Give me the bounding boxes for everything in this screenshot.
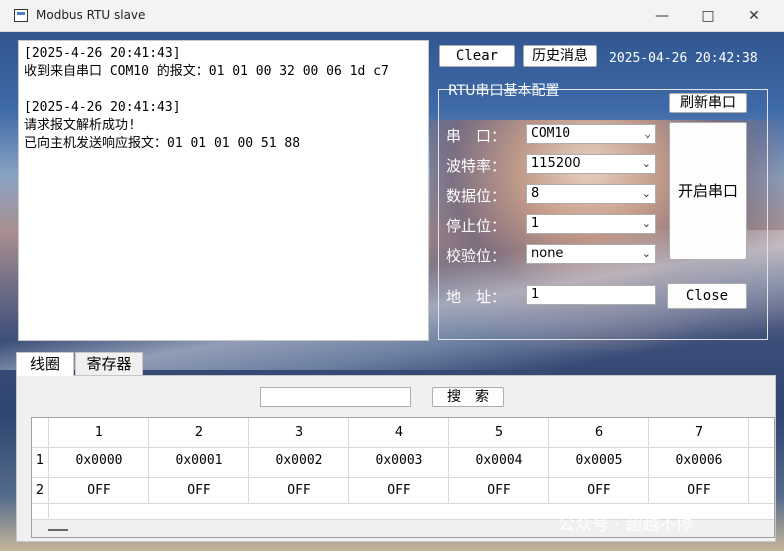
search-button[interactable]: 搜 索 bbox=[432, 387, 504, 407]
log-line: 收到来自串口 COM10 的报文：01 01 00 32 00 06 1d c7 bbox=[24, 64, 389, 79]
table-cell[interactable]: OFF bbox=[449, 483, 549, 498]
databits-value: 8 bbox=[531, 186, 540, 201]
open-port-button[interactable]: 开启串口 bbox=[669, 122, 747, 260]
refresh-port-button[interactable]: 刷新串口 bbox=[669, 93, 747, 113]
parity-select[interactable]: none ⌄ bbox=[526, 244, 656, 264]
chevron-down-icon: ⌄ bbox=[641, 247, 651, 260]
log-line: 请求报文解析成功! bbox=[24, 118, 136, 133]
config-title: RTU串口基本配置 bbox=[448, 83, 560, 99]
close-icon[interactable]: ✕ bbox=[732, 4, 776, 28]
column-header[interactable]: 7 bbox=[649, 425, 749, 440]
column-header[interactable]: 2 bbox=[149, 425, 249, 440]
tab-coil[interactable]: 线圈 bbox=[16, 352, 74, 376]
baud-select[interactable]: 115200 ⌄ bbox=[526, 154, 656, 174]
chevron-down-icon: ⌄ bbox=[641, 157, 651, 170]
port-label: 串 口： bbox=[446, 127, 507, 145]
clear-button[interactable]: Clear bbox=[439, 45, 515, 67]
scrollbar-thumb[interactable] bbox=[48, 529, 68, 531]
column-header[interactable]: 5 bbox=[449, 425, 549, 440]
chevron-down-icon: ⌄ bbox=[641, 187, 651, 200]
table-cell[interactable]: OFF bbox=[549, 483, 649, 498]
baud-label: 波特率： bbox=[446, 157, 507, 175]
column-header[interactable]: 3 bbox=[249, 425, 349, 440]
baud-value: 115200 bbox=[531, 156, 581, 171]
log-line: 已向主机发送响应报文：01 01 01 00 51 88 bbox=[24, 136, 301, 151]
table-divider bbox=[32, 503, 774, 504]
table-cell[interactable]: 0x0004 bbox=[449, 453, 549, 468]
maximize-icon[interactable]: □ bbox=[686, 4, 730, 28]
table-cell[interactable]: 0x0000 bbox=[49, 453, 149, 468]
parity-label: 校验位： bbox=[446, 247, 507, 265]
tab-register[interactable]: 寄存器 bbox=[75, 352, 143, 376]
app-icon bbox=[14, 9, 28, 22]
table-cell[interactable]: OFF bbox=[249, 483, 349, 498]
address-input[interactable]: 1 bbox=[526, 285, 656, 305]
window-title: Modbus RTU slave bbox=[36, 8, 146, 22]
column-header[interactable]: 1 bbox=[49, 425, 149, 440]
parity-value: none bbox=[531, 246, 564, 261]
search-input[interactable] bbox=[260, 387, 411, 407]
table-cell[interactable]: 0x0001 bbox=[149, 453, 249, 468]
table-divider bbox=[32, 477, 774, 478]
row-header: 2 bbox=[35, 483, 45, 498]
row-header: 1 bbox=[35, 453, 45, 468]
table-cell[interactable]: 0x0002 bbox=[249, 453, 349, 468]
table-cell[interactable]: 0x0003 bbox=[349, 453, 449, 468]
timestamp: 2025-04-26 20:42:38 bbox=[609, 51, 758, 66]
port-value: COM10 bbox=[531, 126, 571, 141]
minimize-icon[interactable]: — bbox=[640, 4, 684, 28]
stopbits-value: 1 bbox=[531, 216, 540, 231]
app-window: Modbus RTU slave — □ ✕ [2025-4-26 20:41:… bbox=[0, 0, 784, 551]
port-select[interactable]: COM10 ⌄ bbox=[526, 124, 656, 144]
table-cell[interactable]: 0x0005 bbox=[549, 453, 649, 468]
stopbits-select[interactable]: 1 ⌄ bbox=[526, 214, 656, 234]
close-port-button[interactable]: Close bbox=[667, 283, 747, 309]
chevron-down-icon: ⌄ bbox=[641, 217, 651, 230]
stopbits-label: 停止位： bbox=[446, 217, 507, 235]
chevron-down-icon: ⌄ bbox=[644, 127, 651, 140]
table-cell[interactable]: OFF bbox=[649, 483, 749, 498]
message-log[interactable]: [2025-4-26 20:41:43] 收到来自串口 COM10 的报文：01 … bbox=[18, 40, 429, 341]
table-divider bbox=[32, 447, 774, 448]
history-button[interactable]: 历史消息 bbox=[523, 45, 597, 67]
address-value: 1 bbox=[531, 287, 540, 302]
watermark: 公众号 · 超越不停 bbox=[558, 515, 694, 535]
table-cell[interactable]: OFF bbox=[349, 483, 449, 498]
column-header[interactable]: 6 bbox=[549, 425, 649, 440]
databits-label: 数据位： bbox=[446, 187, 507, 205]
table-cell[interactable]: OFF bbox=[149, 483, 249, 498]
databits-select[interactable]: 8 ⌄ bbox=[526, 184, 656, 204]
log-line: [2025-4-26 20:41:43] bbox=[24, 46, 181, 61]
table-cell[interactable]: OFF bbox=[49, 483, 149, 498]
address-label: 地 址： bbox=[446, 288, 507, 306]
table-cell[interactable]: 0x0006 bbox=[649, 453, 749, 468]
log-line: [2025-4-26 20:41:43] bbox=[24, 100, 181, 115]
column-header[interactable]: 4 bbox=[349, 425, 449, 440]
title-bar: Modbus RTU slave — □ ✕ bbox=[0, 0, 784, 32]
